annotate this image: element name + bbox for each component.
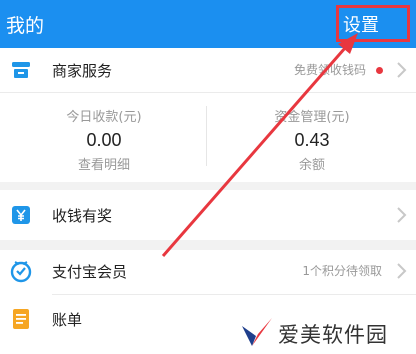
bill-label: 账单 xyxy=(52,311,83,329)
member-label: 支付宝会员 xyxy=(52,263,128,281)
chevron-right-icon xyxy=(394,262,408,280)
settings-highlight-box xyxy=(336,5,410,42)
reward-row[interactable]: 收钱有奖 xyxy=(0,190,416,240)
merchant-store-icon xyxy=(10,59,32,81)
notification-dot xyxy=(376,67,383,74)
stats-divider xyxy=(206,106,207,166)
reward-card: 收钱有奖 xyxy=(0,190,416,240)
page-title: 我的 xyxy=(6,15,45,37)
watermark-logo xyxy=(240,316,274,352)
yen-icon xyxy=(10,204,32,226)
member-row[interactable]: 支付宝会员 1个积分待领取 xyxy=(0,250,416,294)
chevron-right-icon xyxy=(394,206,408,224)
bill-document-icon xyxy=(10,308,32,330)
view-details-link: 查看明细 xyxy=(77,158,130,173)
today-income-value: 0.00 xyxy=(86,130,122,150)
chevron-right-icon xyxy=(394,61,408,79)
merchant-services-row[interactable]: 商家服务 免费领收钱码 xyxy=(0,48,416,92)
watermark-text: 爱美软件园 xyxy=(278,323,388,347)
today-income-label: 今日收款(元) xyxy=(66,110,142,125)
funds-management-stat[interactable]: 资金管理(元) 0.43 余额 xyxy=(208,92,416,173)
funds-management-label: 资金管理(元) xyxy=(274,110,350,125)
watermark: 爱美软件园 xyxy=(232,310,416,354)
points-pending-text: 1个积分待领取 xyxy=(302,264,382,278)
member-badge-icon xyxy=(10,259,32,283)
merchant-services-label: 商家服务 xyxy=(52,62,113,80)
today-income-stat[interactable]: 今日收款(元) 0.00 查看明细 xyxy=(0,92,208,173)
reward-label: 收钱有奖 xyxy=(52,207,113,225)
balance-label: 余额 xyxy=(298,158,325,173)
merchant-promo-text: 免费领收钱码 xyxy=(293,63,366,77)
balance-value: 0.43 xyxy=(294,130,330,150)
stats-panel: 今日收款(元) 0.00 查看明细 资金管理(元) 0.43 余额 xyxy=(0,92,416,182)
